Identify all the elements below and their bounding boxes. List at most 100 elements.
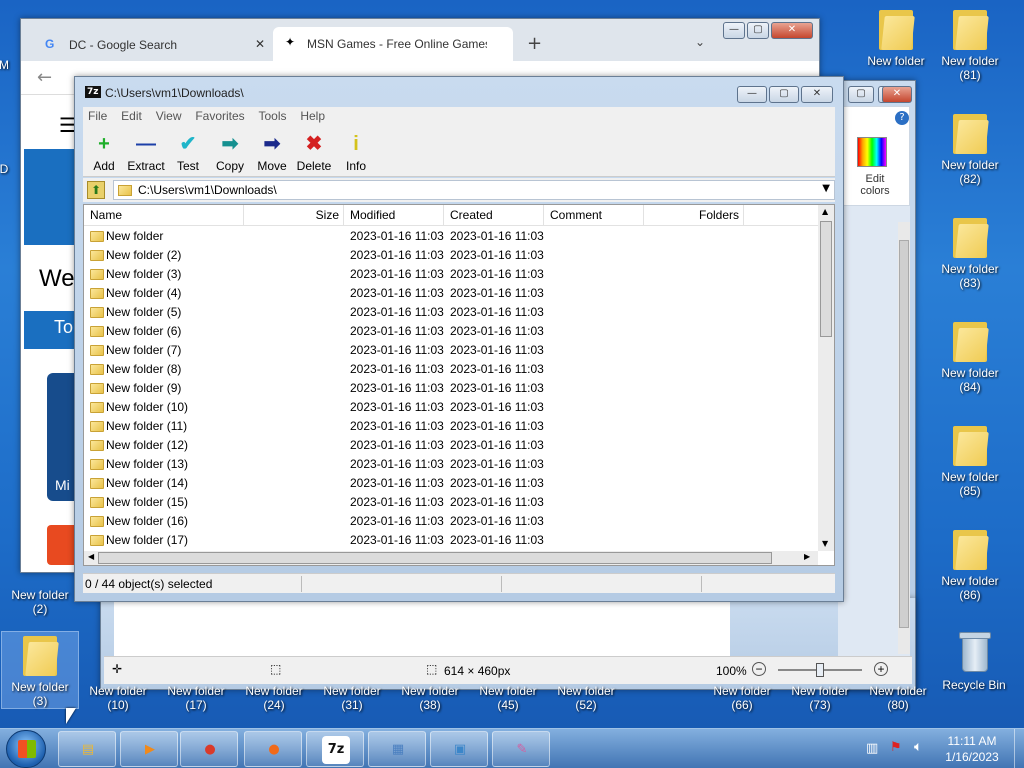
start-button[interactable] [6, 730, 46, 768]
table-row[interactable]: New folder (6) 2023-01-16 11:03 2023-01-16… [84, 322, 814, 341]
sevenzip-minimize-button[interactable]: — [737, 86, 767, 103]
desktop-folder[interactable]: New folder (83) [932, 214, 1008, 290]
table-row[interactable]: New folder (15) 2023-01-16 11:03 2023-01-1… [84, 493, 814, 512]
help-icon[interactable]: ? [895, 111, 909, 125]
paint-vscrollbar[interactable] [898, 222, 910, 654]
move-button[interactable]: ➡ Move [251, 131, 293, 173]
taskbar-firefox-button[interactable]: ● [244, 731, 302, 767]
google-icon: G [45, 37, 55, 51]
path-dropdown-icon[interactable]: ▼ [822, 183, 830, 194]
taskbar-control-panel-button[interactable]: ▦ [368, 731, 426, 767]
extract-button[interactable]: — Extract [125, 131, 167, 173]
table-row[interactable]: New folder (8) 2023-01-16 11:03 2023-01-16… [84, 360, 814, 379]
new-tab-button[interactable]: + [527, 33, 542, 54]
copy-button[interactable]: ➡ Copy [209, 131, 251, 173]
table-row[interactable]: New folder (12) 2023-01-16 11:03 2023-01-1… [84, 436, 814, 455]
desktop-folder[interactable]: New folder (52) [548, 684, 624, 712]
col-folders[interactable]: Folders [644, 205, 744, 225]
taskbar-media-player-button[interactable]: ▶ [120, 731, 178, 767]
desktop-folder[interactable]: New folder (31) [314, 684, 390, 712]
menu-file[interactable]: File [83, 107, 112, 125]
taskbar-7zip-button[interactable]: 7z [306, 731, 364, 767]
paint-close-button[interactable]: ✕ [882, 86, 912, 103]
list-vscroll-thumb[interactable] [820, 221, 832, 337]
zoom-out-button[interactable]: − [752, 662, 766, 676]
paint-maximize-button[interactable]: ▢ [848, 86, 874, 103]
table-row[interactable]: New folder (4) 2023-01-16 11:03 2023-01-16… [84, 284, 814, 303]
table-row[interactable]: New folder 2023-01-16 11:03 2023-01-16 11:… [84, 227, 814, 246]
zoom-in-button[interactable]: + [874, 662, 888, 676]
desktop-folder[interactable]: New folder (84) [932, 318, 1008, 394]
desktop-folder[interactable]: New folder (82) [932, 110, 1008, 186]
desktop-folder[interactable]: New folder (3) [1, 631, 79, 709]
table-row[interactable]: New folder (2) 2023-01-16 11:03 2023-01-16… [84, 246, 814, 265]
col-size[interactable]: Size [244, 205, 344, 225]
table-row[interactable]: New folder (17) 2023-01-16 11:03 2023-01-1… [84, 531, 814, 550]
delete-button[interactable]: ✖ Delete [293, 131, 335, 173]
menu-view[interactable]: View [151, 107, 187, 125]
desktop-folder[interactable]: New folder (38) [392, 684, 468, 712]
desktop-folder[interactable]: New folder (80) [860, 684, 936, 712]
network-icon[interactable]: ▥ [866, 741, 878, 756]
tab-google[interactable]: G DC - Google Search ✕ [29, 29, 269, 61]
desktop-folder[interactable]: New folder (17) [158, 684, 234, 712]
folder-up-button[interactable]: ⬆ [87, 181, 105, 199]
clock[interactable]: 11:11 AM 1/16/2023 [936, 733, 1008, 765]
col-comment[interactable]: Comment [544, 205, 644, 225]
table-row[interactable]: New folder (7) 2023-01-16 11:03 2023-01-16… [84, 341, 814, 360]
tab-msn-games[interactable]: ✦ MSN Games - Free Online Games [273, 27, 513, 61]
taskbar-explorer-button[interactable]: ▤ [58, 731, 116, 767]
volume-icon[interactable]: 🔈︎ [914, 739, 922, 755]
table-row[interactable]: New folder (10) 2023-01-16 11:03 2023-01-1… [84, 398, 814, 417]
menu-favorites[interactable]: Favorites [190, 107, 249, 125]
add-button[interactable]: + Add [83, 131, 125, 173]
table-row[interactable]: New folder (13) 2023-01-16 11:03 2023-01-1… [84, 455, 814, 474]
browser-close-button[interactable]: ✕ [771, 22, 813, 39]
col-modified[interactable]: Modified [344, 205, 444, 225]
file-list[interactable]: Name Size Modified Created Comment Folde… [83, 204, 835, 566]
list-hscrollbar[interactable]: ◀ ▶ [84, 551, 818, 565]
table-row[interactable]: New folder (11) 2023-01-16 11:03 2023-01-1… [84, 417, 814, 436]
browser-maximize-button[interactable]: ▢ [747, 22, 769, 39]
show-desktop-button[interactable] [1014, 729, 1024, 768]
col-name[interactable]: Name [84, 205, 244, 225]
list-hscroll-thumb[interactable] [98, 552, 772, 564]
table-row[interactable]: New folder (3) 2023-01-16 11:03 2023-01-16… [84, 265, 814, 284]
test-button[interactable]: ✔ Test [167, 131, 209, 173]
desktop-folder[interactable]: New folder [858, 6, 934, 68]
sevenzip-window[interactable]: 7z C:\Users\vm1\Downloads\ — ▢ ✕ File Ed… [74, 76, 844, 602]
table-row[interactable]: New folder (14) 2023-01-16 11:03 2023-01-1… [84, 474, 814, 493]
desktop-folder[interactable]: New folder (45) [470, 684, 546, 712]
desktop-folder[interactable]: New folder (10) [80, 684, 156, 712]
desktop-folder[interactable]: New folder (86) [932, 526, 1008, 602]
tab-list-chevron-icon[interactable]: ⌄ [695, 35, 705, 49]
taskbar-chrome-button[interactable]: ● [180, 731, 238, 767]
desktop-folder[interactable]: New folder (81) [932, 6, 1008, 82]
menu-tools[interactable]: Tools [254, 107, 292, 125]
table-row[interactable]: New folder (5) 2023-01-16 11:03 2023-01-16… [84, 303, 814, 322]
path-input[interactable]: C:\Users\vm1\Downloads\ ▼ [113, 180, 835, 200]
edit-colors-label[interactable]: Edit colors [855, 173, 895, 197]
sevenzip-maximize-button[interactable]: ▢ [769, 86, 799, 103]
edit-colors-icon[interactable] [857, 137, 887, 167]
sevenzip-close-button[interactable]: ✕ [801, 86, 833, 103]
recycle-bin-icon[interactable]: Recycle Bin [936, 630, 1012, 692]
zoom-slider[interactable] [778, 663, 862, 677]
info-button[interactable]: i Info [335, 131, 377, 173]
desktop-folder[interactable]: New folder (66) [704, 684, 780, 712]
desktop-folder[interactable]: New folder (24) [236, 684, 312, 712]
table-row[interactable]: New folder (9) 2023-01-16 11:03 2023-01-16… [84, 379, 814, 398]
action-center-flag-icon[interactable]: ⚑ [890, 740, 902, 755]
taskbar-remote-desktop-button[interactable]: ▣ [430, 731, 488, 767]
menu-edit[interactable]: Edit [116, 107, 147, 125]
taskbar-paint-button[interactable]: ✎ [492, 731, 550, 767]
desktop-folder[interactable]: New folder (2) [2, 540, 78, 616]
desktop-folder[interactable]: New folder (73) [782, 684, 858, 712]
menu-help[interactable]: Help [295, 107, 330, 125]
browser-minimize-button[interactable]: — [723, 22, 745, 39]
table-row[interactable]: New folder (16) 2023-01-16 11:03 2023-01-1… [84, 512, 814, 531]
desktop-folder[interactable]: New folder (85) [932, 422, 1008, 498]
col-created[interactable]: Created [444, 205, 544, 225]
tab-close-icon[interactable]: ✕ [255, 37, 265, 51]
list-vscrollbar[interactable]: ▲ ▼ [818, 205, 834, 551]
